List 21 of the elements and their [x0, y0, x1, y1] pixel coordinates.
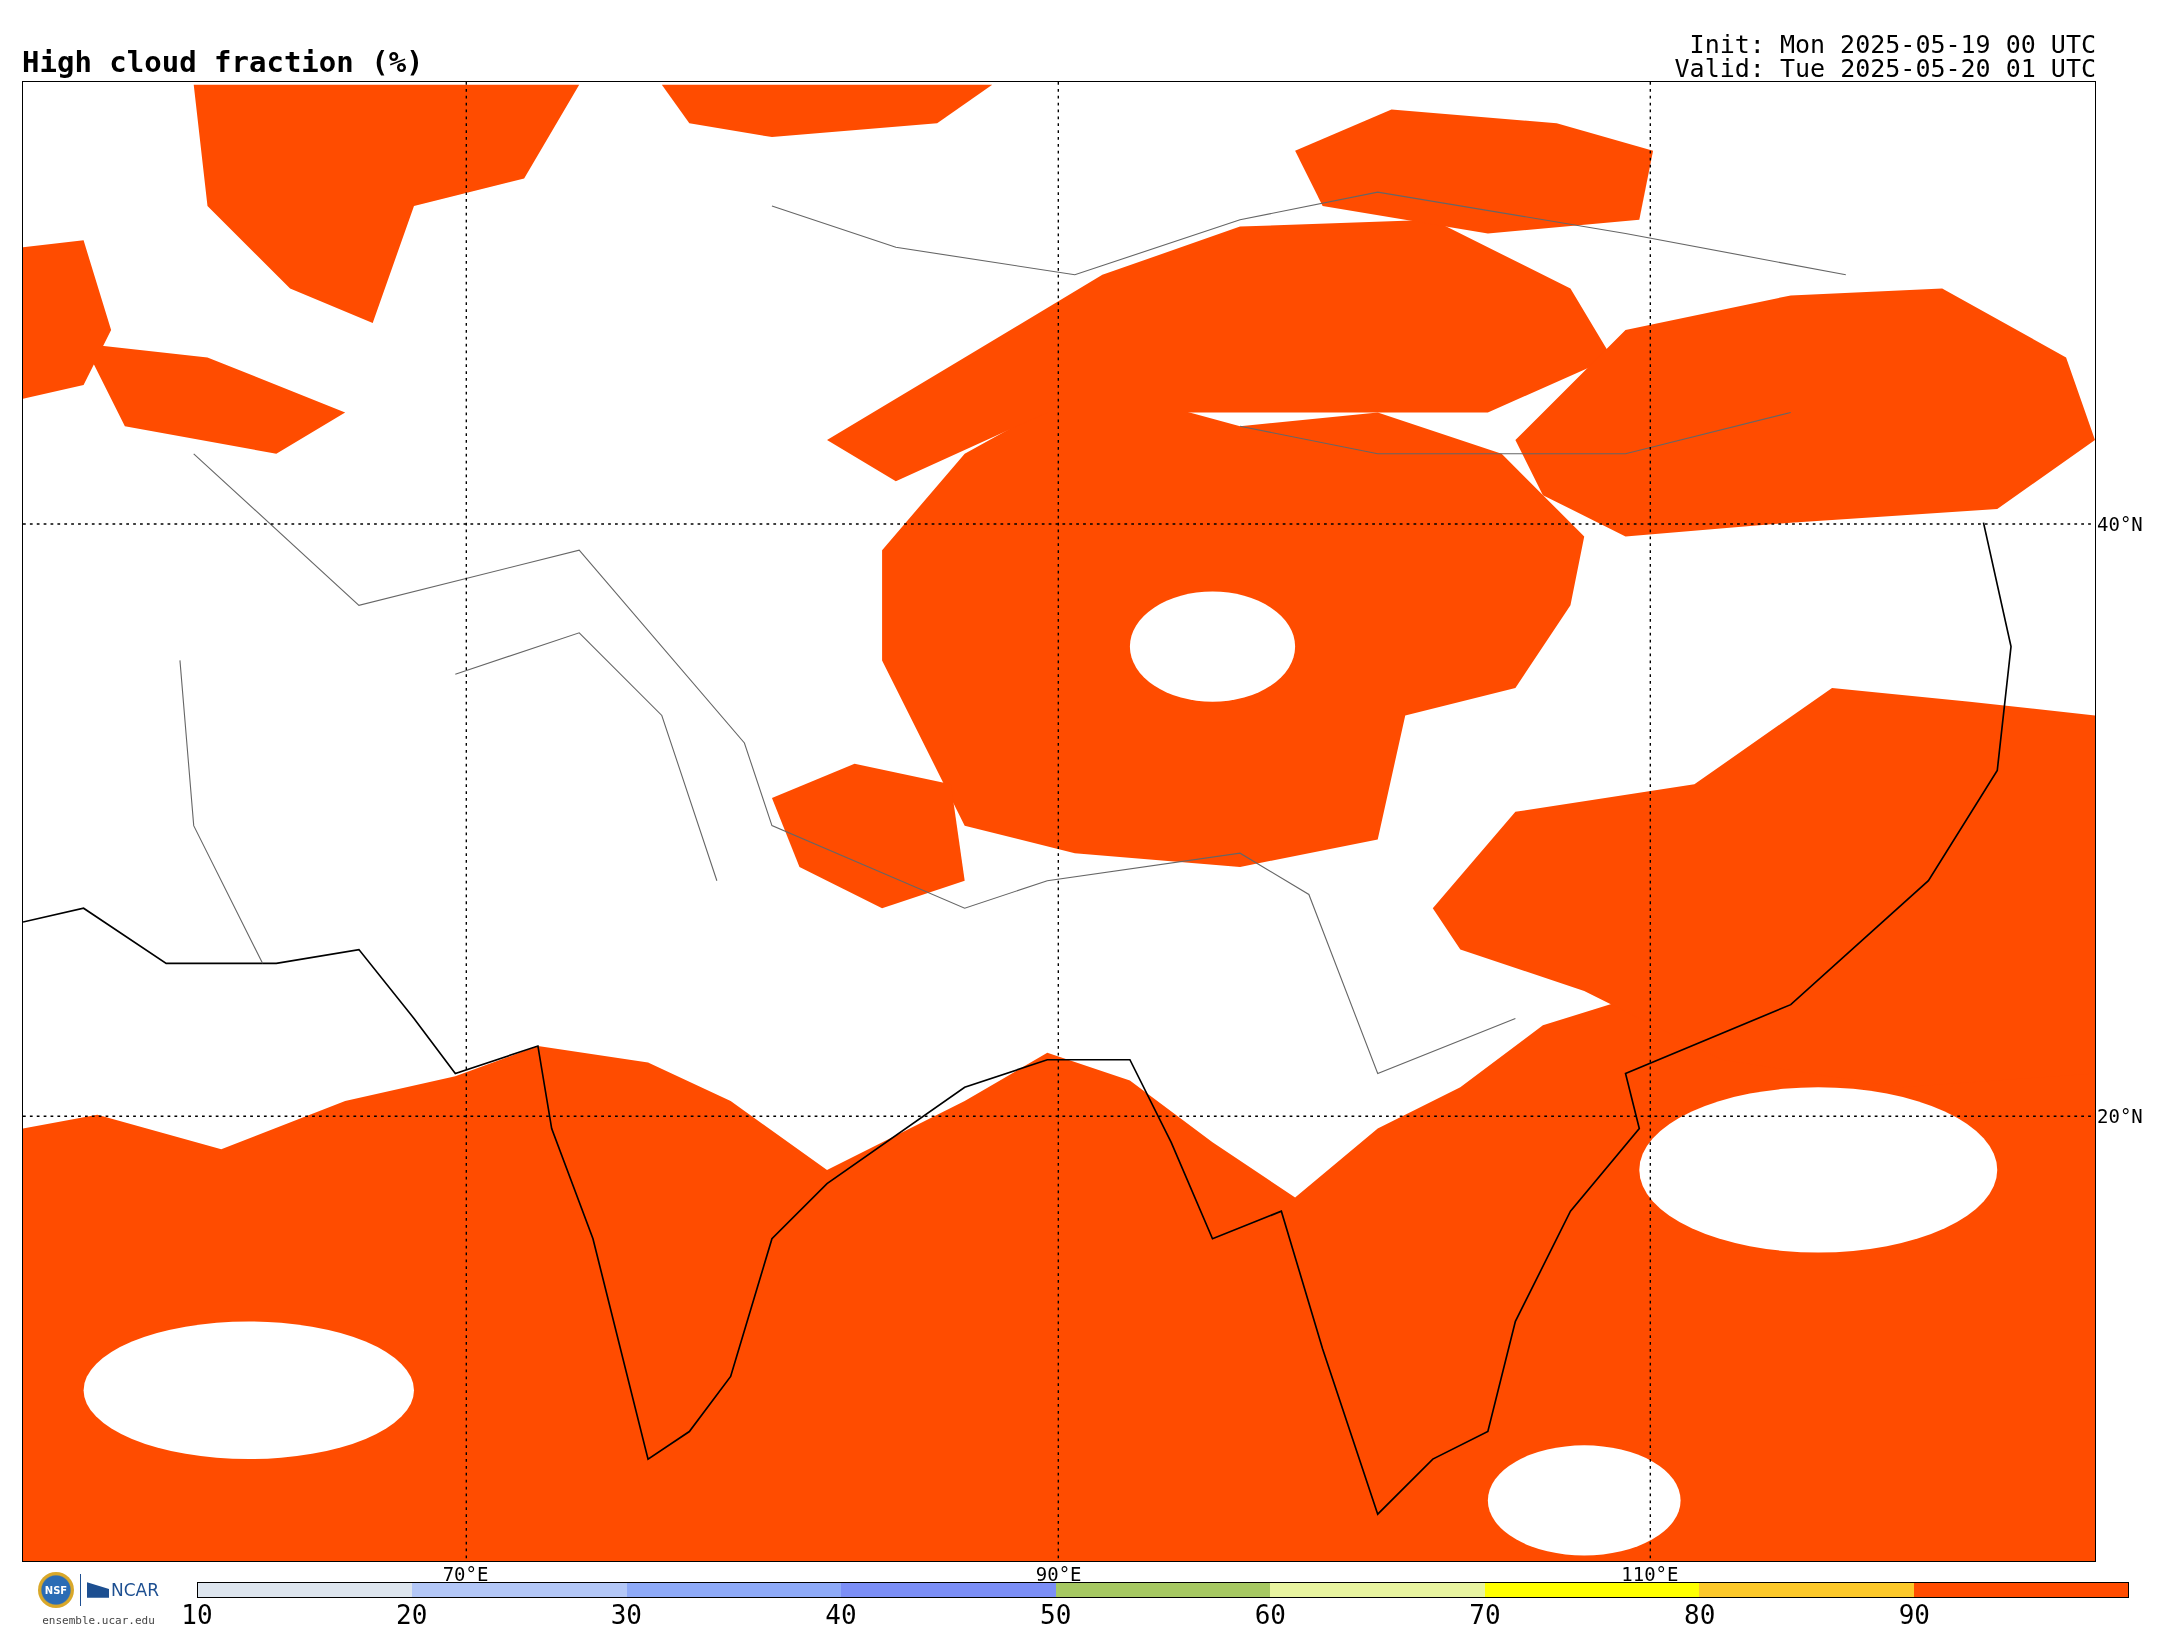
latitude-label: 20°N	[2097, 1104, 2143, 1127]
latitude-label: 40°N	[2097, 513, 2143, 536]
colorbar-tick-label: 30	[610, 1600, 642, 1626]
nsf-seal-logo: NSF	[38, 1572, 74, 1608]
logo-text: NCAR	[111, 1580, 159, 1600]
longitude-label: 90°E	[1035, 1563, 1082, 1585]
colorbar-tick-label: 50	[1040, 1600, 1072, 1626]
valid-time: Valid: Tue 2025-05-20 01 UTC	[1674, 57, 2096, 81]
longitude-label: 110°E	[1621, 1563, 1679, 1585]
colorbar-tick-label: 80	[1684, 1600, 1716, 1626]
colorbar-tick-label: 40	[825, 1600, 857, 1626]
colorbar-tick-label: 90	[1898, 1600, 1930, 1626]
ncar-logo-icon	[87, 1582, 109, 1598]
site-url: ensemble.ucar.edu	[42, 1614, 155, 1626]
colorbar-tick-label: 60	[1254, 1600, 1286, 1626]
colorbar-tick-label: 10	[181, 1600, 213, 1626]
chart-title: High cloud fraction (%)	[22, 45, 424, 81]
longitude-label: 70°E	[442, 1563, 489, 1585]
init-time: Init: Mon 2025-05-19 00 UTC	[1689, 33, 2096, 57]
colorbar-tick-label: 20	[396, 1600, 428, 1626]
colorbar-tick-label: 70	[1469, 1600, 1501, 1626]
